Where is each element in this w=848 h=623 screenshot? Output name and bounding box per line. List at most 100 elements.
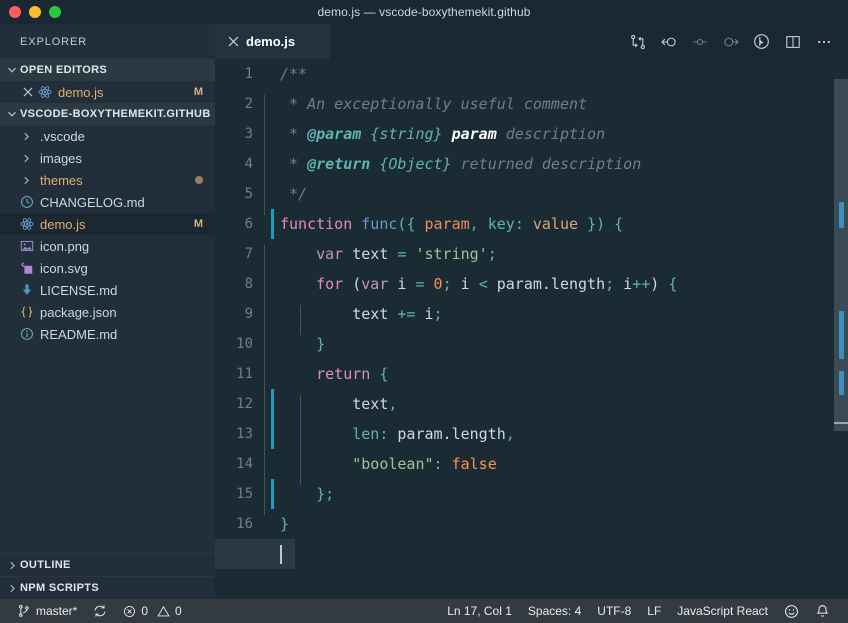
- line-number: 11: [236, 366, 253, 382]
- code-token: {: [668, 275, 678, 293]
- open-editor-item[interactable]: demo.js M: [0, 81, 215, 103]
- tree-item-vscode[interactable]: .vscode: [0, 125, 215, 147]
- close-window-button[interactable]: [9, 6, 21, 18]
- code-line[interactable]: 8 for (var i = 0; i < param.length; i++)…: [215, 269, 848, 305]
- download-icon: [18, 282, 35, 298]
- run-debug-icon[interactable]: [746, 24, 777, 59]
- split-editor-icon[interactable]: [777, 24, 808, 59]
- section-open-editors-label: OPEN EDITORS: [20, 64, 108, 76]
- tree-item-icon-png[interactable]: icon.png: [0, 235, 215, 257]
- code-token: /**: [280, 65, 308, 83]
- editor-scrollbar[interactable]: [834, 59, 848, 599]
- status-sync[interactable]: [85, 599, 115, 623]
- chevron-right-icon: [4, 580, 20, 596]
- error-count: 0: [141, 604, 149, 618]
- line-number: 13: [236, 426, 253, 442]
- code-text: for (var i = 0; i < param.length; i++) {: [263, 275, 848, 305]
- code-line[interactable]: 2 * An exceptionally useful comment: [215, 89, 848, 125]
- code-token: var: [361, 275, 389, 293]
- more-actions-icon[interactable]: [808, 24, 839, 59]
- code-line[interactable]: 1 /**: [215, 59, 848, 89]
- status-feedback[interactable]: [776, 599, 807, 623]
- previous-change-icon[interactable]: [653, 24, 684, 59]
- code-token: param.length: [487, 275, 606, 293]
- code-line[interactable]: 9 text += i;: [215, 299, 848, 335]
- next-change-icon[interactable]: [715, 24, 746, 59]
- code-line[interactable]: 15 };: [215, 479, 848, 515]
- code-line[interactable]: 16}: [215, 509, 848, 539]
- section-workspace[interactable]: VSCODE-BOXYTHEMEKIT.GITHUB: [0, 103, 215, 125]
- code-line[interactable]: 3 * @param {string} param description: [215, 119, 848, 155]
- code-line[interactable]: 13 len: param.length,: [215, 419, 848, 455]
- code-token: <: [478, 275, 488, 293]
- status-encoding[interactable]: UTF-8: [589, 599, 639, 623]
- close-icon[interactable]: [228, 36, 239, 47]
- code-token: 'string': [415, 245, 488, 263]
- tree-item-label: themes: [40, 172, 83, 188]
- open-editors-list: demo.js M: [0, 81, 215, 103]
- editor-actions: [622, 24, 848, 59]
- close-icon[interactable]: [20, 87, 36, 97]
- status-eol[interactable]: LF: [639, 599, 669, 623]
- code-token: "boolean": [352, 455, 434, 473]
- code-token: description: [496, 125, 606, 143]
- tree-item-package-json[interactable]: package.json: [0, 301, 215, 323]
- code-token: returned description: [451, 155, 642, 173]
- tree-item-themes[interactable]: themes: [0, 169, 215, 191]
- status-notifications[interactable]: [807, 599, 838, 623]
- code-line[interactable]: 17: [215, 539, 848, 569]
- tree-item-icon-svg[interactable]: icon.svg: [0, 257, 215, 279]
- minimize-window-button[interactable]: [29, 6, 41, 18]
- code-line[interactable]: 5 */: [215, 179, 848, 215]
- line-number: 9: [244, 306, 253, 322]
- status-cursor-position[interactable]: Ln 17, Col 1: [439, 599, 520, 623]
- section-open-editors[interactable]: OPEN EDITORS: [0, 59, 215, 81]
- tab-bar-spacer: [330, 24, 622, 59]
- code-line[interactable]: 7 var text = 'string';: [215, 239, 848, 275]
- code-token: ;: [487, 245, 497, 263]
- window-title: demo.js — vscode-boxythemekit.github: [317, 5, 531, 19]
- code-token: {Object}: [379, 155, 452, 173]
- status-problems[interactable]: 0 0: [115, 599, 189, 623]
- code-token: }: [316, 485, 326, 503]
- tab-label: demo.js: [246, 34, 296, 49]
- workbench-body: EXPLORER OPEN EDITORS demo.js M VSCODE-B…: [0, 24, 848, 599]
- status-language-mode[interactable]: JavaScript React: [669, 599, 776, 623]
- zoom-window-button[interactable]: [49, 6, 61, 18]
- code-line[interactable]: 11 return {: [215, 359, 848, 395]
- chevron-down-icon: [4, 106, 20, 122]
- code-editor[interactable]: 1/** 2 * An exceptionally useful comment 3…: [215, 59, 848, 599]
- tree-item-demo-js[interactable]: demo.js M: [0, 213, 215, 235]
- tree-item-images[interactable]: images: [0, 147, 215, 169]
- code-line[interactable]: 14 "boolean": false: [215, 449, 848, 485]
- tree-item-readme[interactable]: README.md: [0, 323, 215, 345]
- code-token: }: [316, 335, 326, 353]
- code-text: text += i;: [263, 305, 848, 335]
- code-token: */: [280, 185, 308, 203]
- tree-item-changelog[interactable]: CHANGELOG.md: [0, 191, 215, 213]
- code-token: +=: [397, 305, 416, 323]
- code-line[interactable]: 4 * @return {Object} returned descriptio…: [215, 149, 848, 185]
- section-outline[interactable]: OUTLINE: [0, 553, 215, 576]
- code-token: @return: [307, 155, 371, 173]
- status-indentation[interactable]: Spaces: 4: [520, 599, 589, 623]
- code-text: var text = 'string';: [263, 245, 848, 275]
- section-npm-scripts[interactable]: NPM SCRIPTS: [0, 576, 215, 599]
- chevron-right-icon: [4, 557, 20, 573]
- tree-item-license[interactable]: LICENSE.md: [0, 279, 215, 301]
- code-token: param: [424, 215, 470, 233]
- status-branch[interactable]: master*: [9, 599, 85, 623]
- compare-changes-icon[interactable]: [622, 24, 653, 59]
- code-line[interactable]: 10 }: [215, 329, 848, 365]
- current-change-icon[interactable]: [684, 24, 715, 59]
- tab-demo-js[interactable]: demo.js: [215, 24, 330, 59]
- code-token: ): [650, 275, 660, 293]
- code-line[interactable]: 6 function func({ param, key: value }) {: [215, 209, 848, 239]
- section-npm-scripts-label: NPM SCRIPTS: [20, 582, 100, 594]
- code-line[interactable]: 12 text,: [215, 389, 848, 425]
